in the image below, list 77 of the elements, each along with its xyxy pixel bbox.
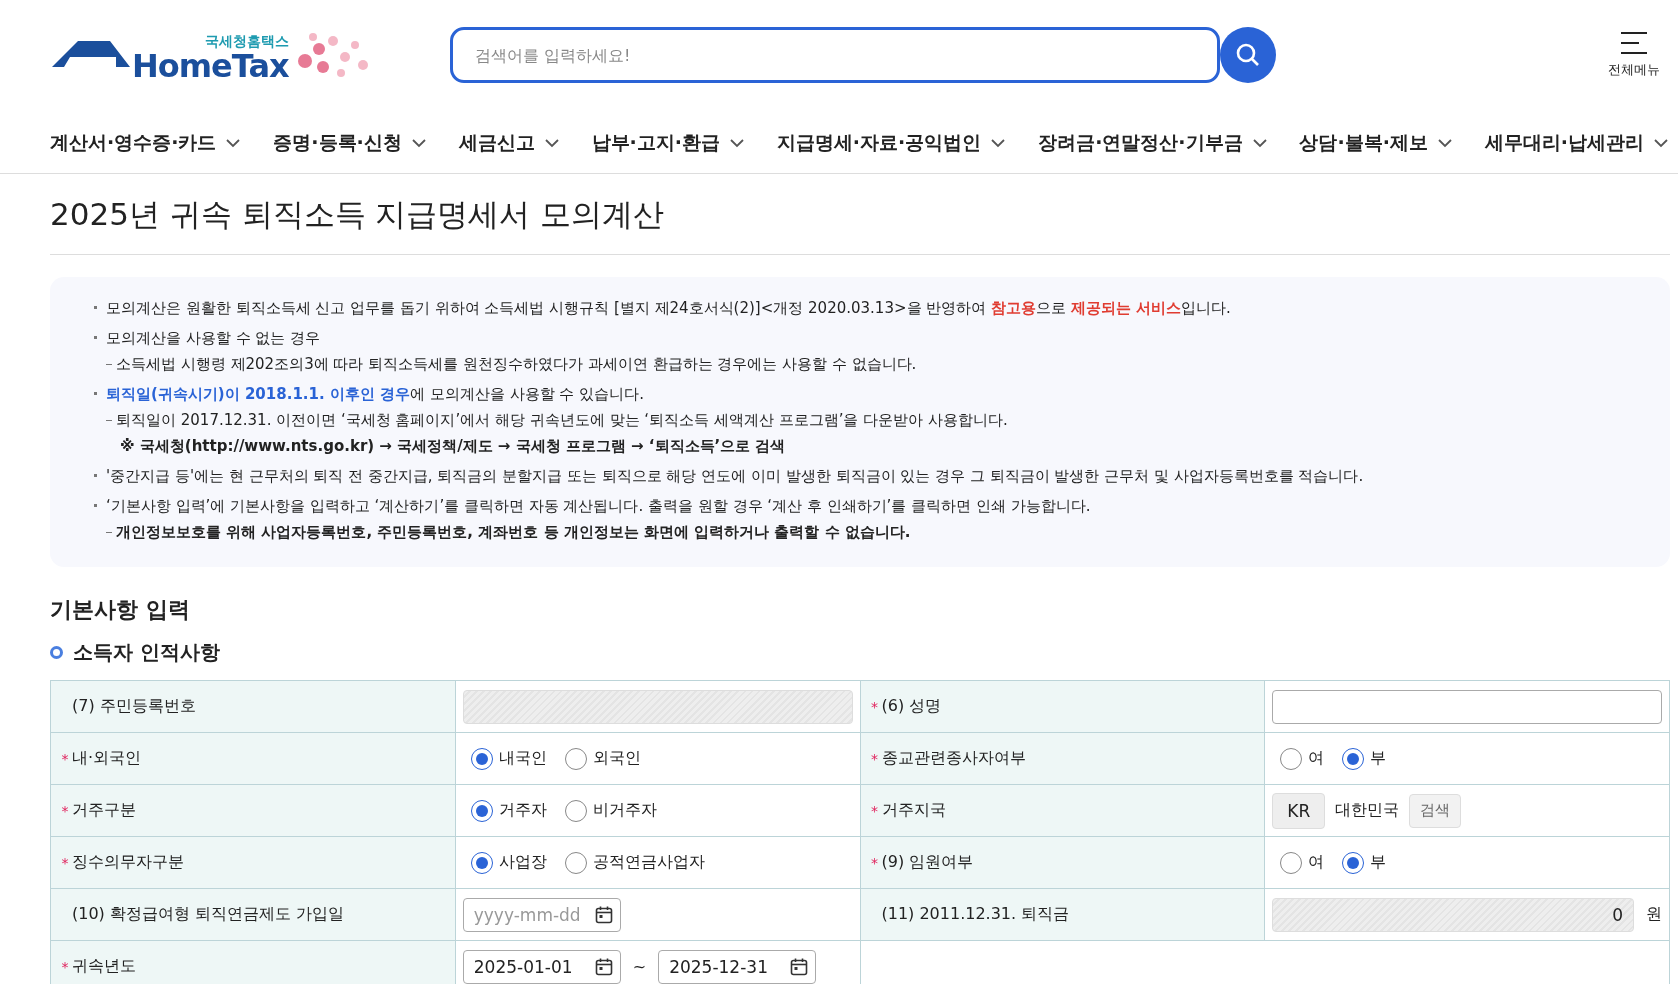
radio-option[interactable]: 여 [1280,851,1325,874]
menu-button[interactable]: 전체메뉴 [1608,31,1660,79]
calendar-icon[interactable] [593,904,614,925]
logo-wordmark[interactable]: HomeTax [132,49,289,83]
name-input-field[interactable] [1272,689,1662,724]
range-separator: ~ [632,957,647,976]
radio-option[interactable]: 내국인 [470,747,547,770]
field-label: 거주구분 [72,800,136,821]
unit-label: 원 [1646,904,1662,925]
chevron-down-icon [1653,138,1668,148]
required-mark: * [61,854,69,871]
required-mark: * [61,958,69,975]
notice-text: 개인정보보호를 위해 사업자등록번호, 주민등록번호, 계좌번호 등 개인정보는 화면에 입력하거나 출력할 수 없습니다. [116,522,911,543]
chevron-down-icon [411,138,426,148]
notice-text: 퇴직일(귀속시기)이 2018.1.1. 이후인 경우에 모의계산을 사용할 수 있습니다. [106,384,644,405]
nav-menu-item[interactable]: 지급명세·자료·공익법인 [776,128,1006,158]
radio-option[interactable]: 거주자 [470,799,547,822]
date-field[interactable]: 2025-01-01 [462,949,621,984]
field-label: (9) 임원여부 [881,852,974,873]
radio-option[interactable]: 여 [1280,747,1325,770]
field-label: 종교관련종사자여부 [881,748,1026,769]
field-label: (10) 확정급여형 퇴직연금제도 가입일 [72,904,345,925]
date-field[interactable]: 2025-12-31 [658,949,817,984]
required-mark: * [871,802,878,819]
notice-text: ‘기본사항 입력’에 기본사항을 입력하고 ‘계산하기’를 클릭하면 자동 계산됩니다. 출력을 원할 경우 ‘계산 후 인쇄하기’를 클릭하면 인쇄 가능합니다. [106,496,1091,517]
field-label: (7) 주민등록번호 [72,696,196,717]
chevron-down-icon [991,138,1006,148]
subsection-title: 소득자 인적사항 [73,639,220,666]
radio-option[interactable]: 부 [1342,851,1387,874]
page-title: 2025년 귀속 퇴직소득 지급명세서 모의계산 [50,174,1670,255]
field-label: 징수의무자구분 [72,852,184,873]
nav-menu-item[interactable]: 증명·등록·신청 [273,128,426,158]
search-button[interactable]: 검색 [1409,793,1462,828]
nav-menu-item[interactable]: 세무대리·납세관리 [1484,128,1668,158]
field-label: 거주지국 [881,800,946,821]
notice-text: 퇴직일이 2017.12.31. 이전이면 ‘국세청 홈페이지’에서 해당 귀속년도에 맞는 ‘퇴직소득 세액계산 프로그램’을 다운받아 사용합니다. [116,410,1008,431]
field-label: 내·외국인 [72,748,142,769]
radio-option[interactable]: 부 [1342,747,1387,770]
nav-menu-item[interactable]: 납부·고지·환급 [591,128,744,158]
nav-menu-item[interactable]: 세금신고 [458,128,559,158]
nav-menu-item[interactable]: 계산서·영수증·카드 [50,128,241,158]
amount-field: 0 [1272,897,1634,932]
required-mark: * [871,854,878,871]
search-icon [1235,42,1261,68]
radio-option[interactable]: 외국인 [564,747,641,770]
search-field[interactable]: 검색어를 입력하세요! [450,27,1220,83]
notice-text: 모의계산을 사용할 수 없는 경우 [106,328,321,349]
required-mark: * [61,802,69,819]
ring-icon [50,646,63,659]
chevron-down-icon [729,138,744,148]
logo-caption: 국세청홈택스 [204,33,289,49]
section-title: 기본사항 입력 [50,596,191,624]
notice-text: 모의계산은 원활한 퇴직소득세 신고 업무를 돕기 위하여 소득세법 시행규칙 [별지 제24호서식(2)]<개정 2020.03.13>을 반영하여 참고용으로 제공되는 서비스입니다. [106,298,1231,319]
required-mark: * [871,750,878,767]
required-mark: * [61,750,69,767]
required-mark: * [871,698,878,715]
country-name: 대한민국 [1335,800,1400,821]
chevron-down-icon [544,138,559,148]
menu-icon [1619,31,1649,55]
chevron-down-icon [1252,138,1267,148]
nav-menu-item[interactable]: 장려금·연말정산·기부금 [1038,128,1267,158]
field-label: (6) 성명 [881,696,942,717]
field-label: (11) 2011.12.31. 퇴직금 [881,904,1070,925]
radio-option[interactable]: 사업장 [470,851,547,874]
nav-menu-item[interactable]: 상담·불복·제보 [1299,128,1452,158]
calendar-icon[interactable] [593,956,614,977]
chevron-down-icon [1437,138,1452,148]
notice-text: ※ 국세청(http://www.nts.go.kr) → 국세정책/제도 → 국세청 프로그램 → ‘퇴직소득’으로 검색 [120,436,786,457]
radio-option[interactable]: 공적연금사업자 [564,851,705,874]
notice-text: '중간지급 등'에는 현 근무처의 퇴직 전 중간지급, 퇴직금의 분할지급 또는 퇴직으로 해당 연도에 이미 발생한 퇴직금이 있는 경우 그 퇴직금이 발생한 근무처 및 사업자등록번호를 적습니다. [106,466,1364,487]
chevron-down-icon [226,138,241,148]
search-button[interactable] [1220,27,1276,83]
radio-option[interactable]: 비거주자 [564,799,657,822]
notice-text: 소득세법 시행령 제202조의3에 따라 퇴직소득세를 원천징수하였다가 과세이연 환급하는 경우에는 사용할 수 없습니다. [116,354,917,375]
field-label: 귀속년도 [72,956,136,977]
country-code-field: KR [1272,792,1326,829]
calendar-icon[interactable] [789,956,810,977]
